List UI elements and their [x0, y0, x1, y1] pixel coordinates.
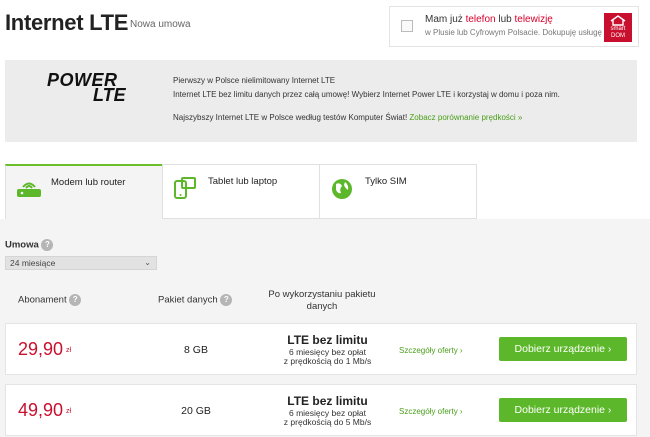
offer-details-link[interactable]: Szczegóły oferty › — [399, 346, 463, 355]
promo-telefon-link[interactable]: telefon — [466, 14, 496, 25]
router-icon — [17, 182, 41, 197]
page-subtitle: Nowa umowa — [130, 19, 191, 30]
offer-row: 29,90 zł 8 GB LTE bez limitu 6 miesięcy b… — [5, 323, 637, 375]
existing-customer-checkbox[interactable] — [401, 20, 413, 32]
help-icon[interactable]: ? — [69, 294, 82, 306]
col-header-text: Po wykorzystaniu pakietu — [268, 289, 376, 300]
offer-lte-sub2: z prędkością do 5 Mb/s — [283, 417, 372, 427]
umowa-select[interactable]: 24 miesiące ⌄ — [5, 256, 157, 270]
banner-description: Internet LTE bez limitu danych przez cał… — [173, 90, 560, 99]
power-lte-logo: POWER LTE — [47, 71, 139, 105]
choose-device-button[interactable]: Dobierz urządzenie › — [499, 337, 627, 361]
offer-lte-sub2: z prędkością do 1 Mb/s — [283, 356, 372, 366]
offer-lte-title: LTE bez limitu — [287, 333, 368, 347]
banner-headline: Pierwszy w Polsce nielimitowany Internet… — [173, 76, 336, 85]
tablet-laptop-icon — [174, 177, 196, 199]
smart-dom-logo: smart DOM — [604, 13, 632, 42]
banner-speed-text: Najszybszy Internet LTE w Polsce według … — [173, 113, 408, 122]
existing-customer-label: Mam już telefon lub telewizję — [425, 14, 553, 25]
tab-tablet-laptop[interactable]: Tablet lub laptop — [162, 164, 320, 219]
umowa-label-text: Umowa — [5, 239, 39, 251]
globe-icon — [332, 179, 352, 199]
promo-text-mid: lub — [495, 14, 515, 25]
col-header-po-wykorzystaniu: Po wykorzystaniu pakietu danych — [262, 289, 382, 313]
offer-lte-sub: 6 miesięcy bez opłat z prędkością do 1 M… — [260, 348, 395, 366]
offer-lte-sub: 6 miesięcy bez opłat z prędkością do 5 M… — [260, 409, 395, 427]
logo-line2: LTE — [93, 85, 126, 105]
smart-logo-top: smart — [610, 26, 626, 32]
existing-customer-sublabel: w Plusie lub Cyfrowym Polsacie. Dokupuję… — [425, 28, 602, 37]
choose-device-button[interactable]: Dobierz urządzenie › — [499, 398, 627, 422]
umowa-label: Umowa ? — [5, 239, 54, 251]
tab-label: Tylko SIM — [365, 176, 407, 187]
col-header-text: Pakiet danych — [158, 294, 218, 306]
tab-sim-only[interactable]: Tylko SIM — [319, 164, 477, 219]
price-value: 49,90 — [18, 400, 64, 420]
col-header-text: danych — [306, 301, 338, 312]
offer-data-package: 8 GB — [184, 344, 208, 356]
house-icon — [610, 15, 626, 26]
offer-row: 49,90 zł 20 GB LTE bez limitu 6 miesięcy … — [5, 384, 637, 436]
offer-content: Umowa ? 24 miesiące ⌄ Abonament ? Pakiet… — [0, 219, 650, 437]
tab-modem-router[interactable]: Modem lub router — [5, 164, 163, 219]
device-tabs: Modem lub router Tablet lub laptop Tylko… — [5, 164, 637, 219]
umowa-select-value: 24 miesiące — [10, 258, 56, 268]
chevron-down-icon: ⌄ — [144, 258, 151, 267]
col-header-abonament: Abonament ? — [18, 294, 82, 306]
help-icon[interactable]: ? — [41, 239, 54, 251]
offer-lte-title: LTE bez limitu — [287, 394, 368, 408]
tab-label: Modem lub router — [51, 177, 126, 188]
tab-label: Tablet lub laptop — [208, 176, 278, 187]
col-header-pakiet: Pakiet danych ? — [158, 294, 233, 306]
existing-customer-box: Mam już telefon lub telewizję w Plusie l… — [389, 6, 639, 47]
price-currency: zł — [66, 346, 72, 354]
offer-details-link[interactable]: Szczegóły oferty › — [399, 407, 463, 416]
price-value: 29,90 — [18, 339, 64, 359]
smart-logo-bottom: DOM — [611, 33, 625, 39]
help-icon[interactable]: ? — [220, 294, 233, 306]
offer-data-package: 20 GB — [181, 405, 211, 417]
banner-speed-note: Najszybszy Internet LTE w Polsce według … — [173, 113, 522, 122]
page-title: Internet LTE — [5, 10, 129, 35]
col-header-text: Abonament — [18, 294, 67, 306]
price-currency: zł — [66, 407, 72, 415]
promo-text: Mam już — [425, 14, 466, 25]
offer-price: 49,90 zł — [18, 400, 71, 421]
compare-speed-link[interactable]: Zobacz porównanie prędkości » — [409, 113, 522, 122]
promo-telewizja-link[interactable]: telewizję — [515, 14, 553, 25]
power-lte-banner: POWER LTE Pierwszy w Polsce nielimitowan… — [5, 60, 637, 142]
offer-price: 29,90 zł — [18, 339, 71, 360]
